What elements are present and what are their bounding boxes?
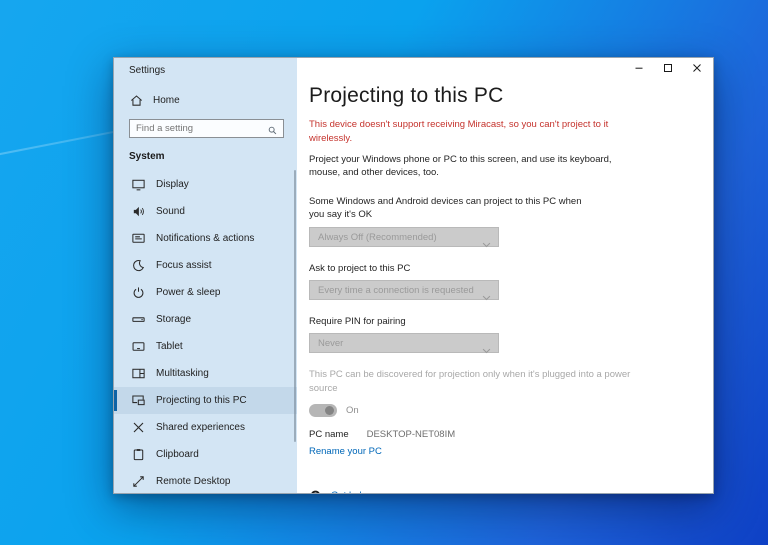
sidebar-item-remote-desktop[interactable]: Remote Desktop	[114, 468, 297, 493]
dropdown-selected-value: Always Off (Recommended)	[318, 231, 437, 243]
chevron-down-icon	[482, 288, 491, 306]
toggle-state-label: On	[346, 404, 359, 416]
sidebar-item-label: Power & sleep	[156, 287, 221, 298]
sidebar-scrollbar[interactable]	[294, 170, 296, 442]
sidebar-item-label: Projecting to this PC	[156, 395, 247, 406]
remote-desktop-icon	[131, 474, 146, 489]
sidebar-item-label: Storage	[156, 314, 192, 325]
get-help-link[interactable]: Get help	[331, 490, 367, 493]
sidebar-item-label: Tablet	[156, 341, 183, 352]
discovery-toggle-row: On	[309, 403, 699, 417]
projection-permission-label: Some Windows and Android devices can pro…	[309, 196, 582, 221]
sidebar-item-label: Focus assist	[156, 260, 212, 271]
sidebar-item-label: Sound	[156, 206, 185, 217]
sidebar-item-clipboard[interactable]: Clipboard	[114, 441, 297, 468]
selected-accent-bar	[114, 390, 117, 411]
miracast-warning-text: This device doesn't support receiving Mi…	[309, 119, 609, 144]
tablet-icon	[131, 339, 146, 354]
rename-pc-link[interactable]: Rename your PC	[309, 446, 382, 457]
sidebar-item-label: Home	[153, 94, 180, 106]
help-links-block: Get help Give feedback	[309, 489, 699, 493]
page-description: Project your Windows phone or PC to this…	[309, 153, 612, 179]
sidebar-item-home[interactable]: Home	[129, 90, 297, 110]
dropdown-selected-value: Never	[318, 338, 344, 350]
desktop-background: Settings Home System	[0, 0, 768, 545]
chevron-down-icon	[482, 341, 491, 359]
sidebar-item-tablet[interactable]: Tablet	[114, 333, 297, 360]
sidebar-item-label: Multitasking	[156, 368, 209, 379]
main-content: Projecting to this PC This device doesn'…	[297, 58, 713, 493]
sidebar-item-label: Shared experiences	[156, 422, 245, 433]
sound-icon	[131, 204, 146, 219]
minimize-button[interactable]	[624, 58, 653, 78]
projection-permission-dropdown[interactable]: Always Off (Recommended)	[309, 226, 499, 247]
sidebar-item-focus-assist[interactable]: Focus assist	[114, 252, 297, 279]
multitasking-icon	[131, 366, 146, 381]
sidebar-item-notifications-actions[interactable]: Notifications & actions	[114, 225, 297, 252]
home-icon	[129, 93, 144, 108]
page-title: Projecting to this PC	[309, 84, 504, 107]
discovery-toggle[interactable]	[309, 403, 337, 417]
chevron-down-icon	[482, 235, 491, 253]
ask-to-project-label: Ask to project to this PC	[309, 262, 411, 274]
sidebar-item-multitasking[interactable]: Multitasking	[114, 360, 297, 387]
ask-to-project-dropdown[interactable]: Every time a connection is requested	[309, 279, 499, 301]
display-icon	[131, 177, 146, 192]
pc-name-value: DESKTOP-NET08IM	[366, 428, 456, 440]
window-title: Settings	[129, 65, 166, 76]
clipboard-icon	[131, 447, 146, 462]
search-box	[129, 119, 284, 138]
sidebar-section-header: System	[129, 151, 165, 162]
sidebar-item-shared-experiences[interactable]: Shared experiences	[114, 414, 297, 441]
sidebar-item-label: Clipboard	[156, 449, 199, 460]
sidebar-item-storage[interactable]: Storage	[114, 306, 297, 333]
require-pin-dropdown[interactable]: Never	[309, 333, 499, 354]
power-sleep-icon	[131, 285, 146, 300]
pc-name-row: PC name DESKTOP-NET08IM	[309, 429, 699, 440]
toggle-knob	[325, 405, 334, 415]
sidebar-item-label: Remote Desktop	[156, 476, 231, 487]
storage-icon	[131, 312, 146, 327]
maximize-button[interactable]	[653, 58, 682, 78]
focus-assist-icon	[131, 258, 146, 273]
pc-name-label: PC name	[309, 428, 349, 440]
sidebar-item-display[interactable]: Display	[114, 171, 297, 198]
get-help-icon	[309, 489, 322, 493]
shared-experiences-icon	[131, 420, 146, 435]
sidebar-item-label: Notifications & actions	[156, 233, 255, 244]
sidebar-item-label: Display	[156, 179, 189, 190]
notifications-icon	[131, 231, 146, 246]
discovery-note: This PC can be discovered for projection…	[309, 369, 631, 395]
sidebar-item-power-sleep[interactable]: Power & sleep	[114, 279, 297, 306]
sidebar: Settings Home System	[114, 58, 297, 493]
require-pin-label: Require PIN for pairing	[309, 315, 406, 327]
search-input[interactable]	[136, 120, 264, 137]
sidebar-item-projecting-to-this-pc[interactable]: Projecting to this PC	[114, 387, 297, 414]
settings-window: Settings Home System	[113, 57, 714, 494]
sidebar-nav-list: Display Sound Notifications & actions Fo…	[114, 171, 297, 493]
sidebar-item-sound[interactable]: Sound	[114, 198, 297, 225]
projecting-icon	[131, 393, 146, 408]
dropdown-selected-value: Every time a connection is requested	[318, 284, 474, 296]
search-icon	[267, 123, 278, 141]
close-button[interactable]	[682, 58, 711, 78]
window-controls	[624, 58, 711, 78]
